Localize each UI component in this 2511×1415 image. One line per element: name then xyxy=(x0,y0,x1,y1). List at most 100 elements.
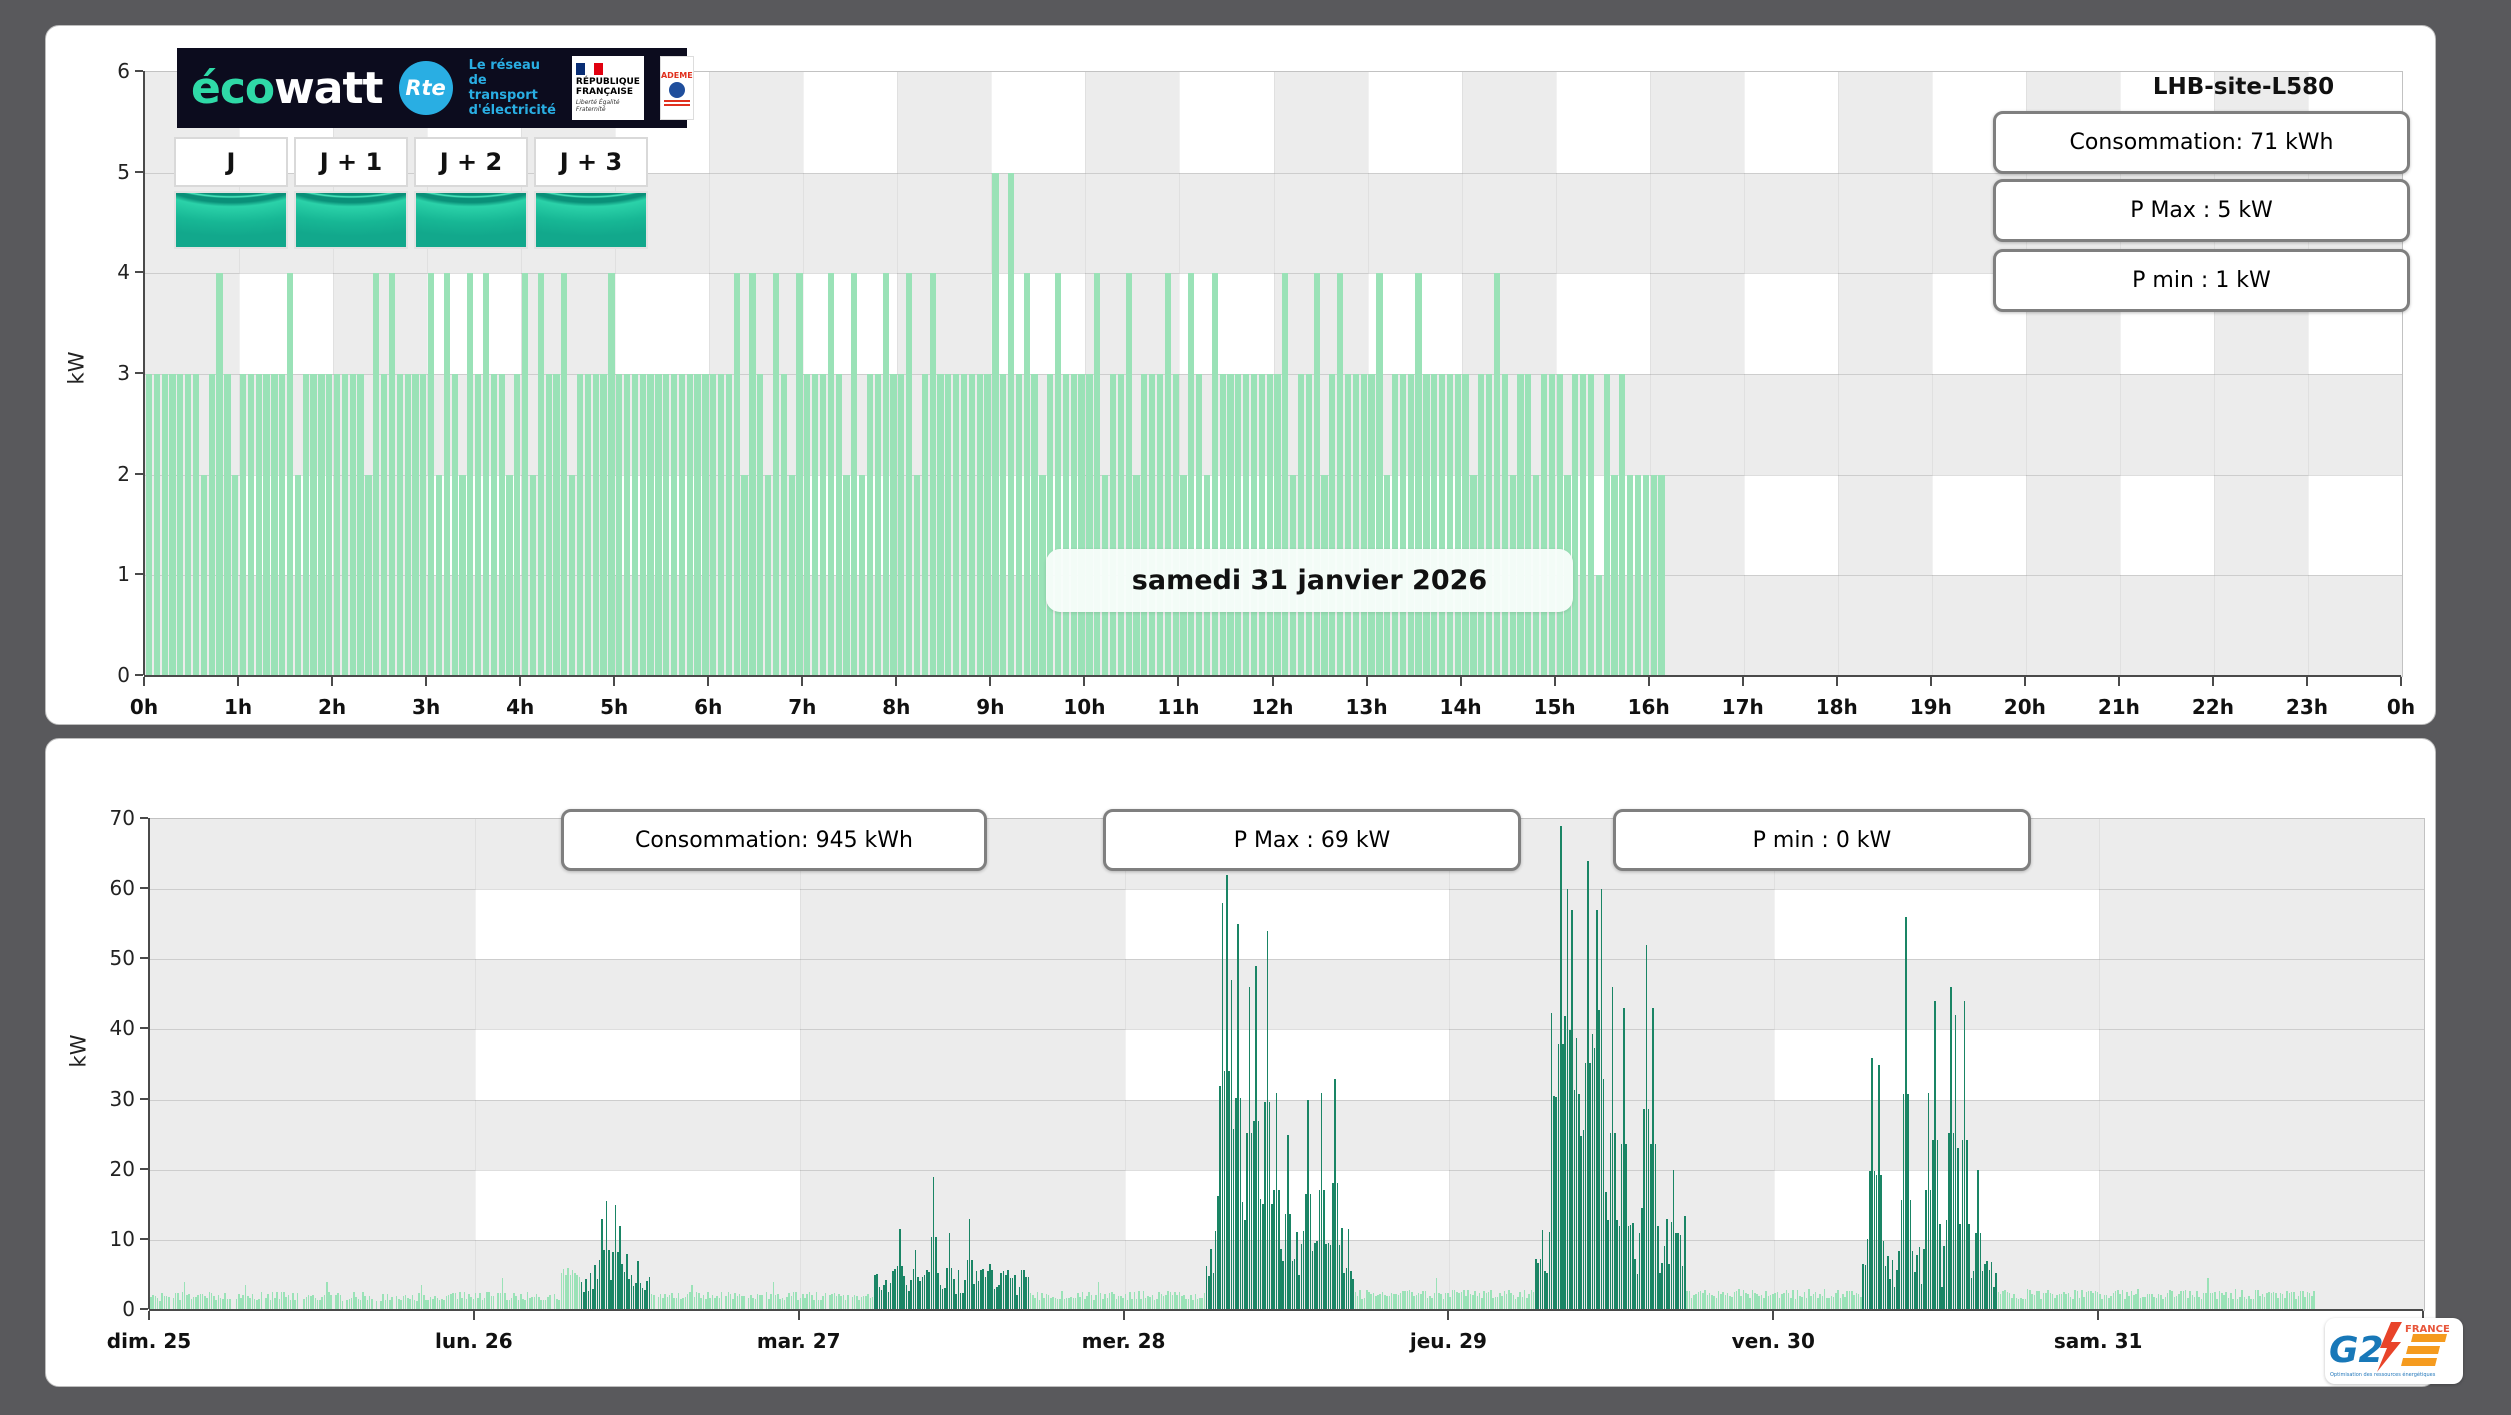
daily-consumption-bar xyxy=(741,474,748,676)
weekly-y-tick-label: 10 xyxy=(109,1226,135,1251)
daily-y-tick-label: 1 xyxy=(117,562,130,587)
daily-consumption-bar xyxy=(271,374,278,676)
weekly-consumption-bar xyxy=(330,1295,333,1310)
horizontal-gridline xyxy=(150,889,2424,891)
daily-y-tick xyxy=(135,271,143,274)
daily-consumption-bar xyxy=(921,374,928,676)
daily-consumption-bar xyxy=(1062,374,1070,676)
daily-consumption-bar xyxy=(749,273,756,676)
forecast-tile-j3[interactable]: J + 3 xyxy=(534,137,648,249)
horizontal-gridline xyxy=(150,1029,2424,1031)
daily-consumption-bar xyxy=(1305,374,1312,676)
forecast-tile-j2[interactable]: J + 2 xyxy=(414,137,528,249)
daily-consumption-bar xyxy=(224,374,231,676)
daily-y-tick-label: 5 xyxy=(117,159,130,184)
daily-consumption-bar xyxy=(1415,273,1422,676)
weekly-x-tick-label: jeu. 29 xyxy=(1409,1329,1487,1353)
weekly-x-tick-label: sam. 31 xyxy=(2053,1329,2143,1353)
daily-consumption-bar xyxy=(420,374,427,676)
daily-y-tick xyxy=(135,674,143,676)
weekly-consumption-bar xyxy=(492,1296,495,1310)
daily-consumption-bar xyxy=(929,273,936,676)
daily-consumption-bar xyxy=(1117,374,1124,676)
weekly-y-tick-label: 50 xyxy=(109,946,135,971)
daily-consumption-bar xyxy=(717,374,725,676)
daily-consumption-bar xyxy=(1352,374,1359,676)
daily-consumption-bar xyxy=(1587,374,1595,676)
daily-x-tick-label: 5h xyxy=(600,695,629,719)
daily-consumption-bar xyxy=(616,374,623,676)
daily-consumption-bar xyxy=(710,374,717,676)
daily-consumption-bar xyxy=(874,374,881,676)
date-label-box: samedi 31 janvier 2026 xyxy=(1046,549,1573,612)
daily-x-tick-label: 16h xyxy=(1627,695,1670,719)
daily-y-tick xyxy=(135,573,143,576)
daily-x-tick xyxy=(425,677,428,686)
forecast-tile-green-signal xyxy=(414,191,528,249)
background-band-column xyxy=(799,819,1125,1310)
daily-consumption-bar xyxy=(686,374,693,676)
daily-consumption-bar xyxy=(153,374,160,676)
daily-consumption-label: Consommation: 71 kWh xyxy=(2069,130,2334,155)
daily-consumption-bar xyxy=(1266,374,1273,676)
weekly-y-tick-label: 0 xyxy=(122,1297,135,1321)
daily-x-tick-label: 12h xyxy=(1251,695,1294,719)
daily-consumption-bar xyxy=(1015,374,1023,676)
weekly-consumption-bar xyxy=(653,1294,655,1310)
daily-x-tick xyxy=(2400,677,2402,686)
daily-consumption-bar xyxy=(318,374,325,676)
forecast-tile-j1[interactable]: J + 1 xyxy=(294,137,408,249)
daily-consumption-bar xyxy=(1047,374,1054,676)
daily-consumption-bar xyxy=(1634,474,1642,676)
daily-consumption-bar xyxy=(1156,374,1164,676)
daily-consumption-bar xyxy=(1243,374,1250,676)
svg-text:FRANCE: FRANCE xyxy=(2405,1324,2450,1335)
forecast-tile-j[interactable]: J xyxy=(174,137,288,249)
daily-consumption-bar xyxy=(239,374,247,676)
page: { "top": { "site_title": "LHB-site-L580"… xyxy=(0,0,2511,1415)
daily-x-tick xyxy=(519,677,522,686)
weekly-x-axis-line xyxy=(149,1309,2423,1311)
daily-x-tick xyxy=(801,677,804,686)
ecowatt-logo: écowatt xyxy=(191,63,384,114)
daily-consumption-bar xyxy=(1344,374,1352,676)
republique-line2: FRANÇAISE xyxy=(575,87,634,97)
daily-consumption-bar xyxy=(263,374,270,676)
daily-x-tick xyxy=(1741,677,1744,686)
daily-consumption-bar xyxy=(804,374,811,676)
forecast-tile-label: J + 2 xyxy=(414,137,528,187)
republique-motto: Liberté Égalité Fraternité xyxy=(575,99,620,113)
daily-x-tick-label: 14h xyxy=(1439,695,1482,719)
daily-consumption-bar xyxy=(1391,374,1399,676)
weekly-consumption-bar xyxy=(2313,1291,2315,1310)
daily-consumption-bar xyxy=(1556,374,1563,676)
daily-consumption-bar xyxy=(937,374,944,676)
daily-consumption-bar xyxy=(1000,374,1007,676)
daily-consumption-bar xyxy=(1595,575,1602,676)
vertical-gridline xyxy=(1124,819,1126,1310)
weekly-x-tick-label: lun. 26 xyxy=(434,1329,513,1353)
daily-x-tick xyxy=(2211,677,2214,686)
daily-consumption-bar xyxy=(639,374,646,676)
daily-consumption-bar xyxy=(279,374,286,676)
daily-consumption-bar xyxy=(1070,374,1077,676)
weekly-consumption-bar xyxy=(260,1292,263,1310)
daily-consumption-bar xyxy=(1109,374,1117,676)
daily-consumption-bar xyxy=(428,273,435,676)
daily-consumption-bar xyxy=(866,374,874,676)
daily-consumption-bar xyxy=(733,273,740,676)
daily-x-tick xyxy=(895,677,898,686)
weekly-x-tick xyxy=(1447,1311,1450,1320)
daily-consumption-bar xyxy=(913,474,921,676)
weekly-pmax-box: P Max : 69 kW xyxy=(1103,809,1521,871)
background-band-row xyxy=(150,959,2424,1030)
daily-consumption-bar xyxy=(145,374,153,676)
daily-consumption-bar xyxy=(482,273,490,676)
daily-consumption-bar xyxy=(694,374,701,676)
weekly-x-tick xyxy=(2097,1311,2100,1320)
daily-x-tick-label: 15h xyxy=(1533,695,1576,719)
daily-consumption-bar xyxy=(1407,374,1414,676)
daily-y-axis-title: kW xyxy=(64,351,89,385)
ademe-decor-line xyxy=(663,103,690,106)
daily-consumption-bar xyxy=(506,474,513,676)
